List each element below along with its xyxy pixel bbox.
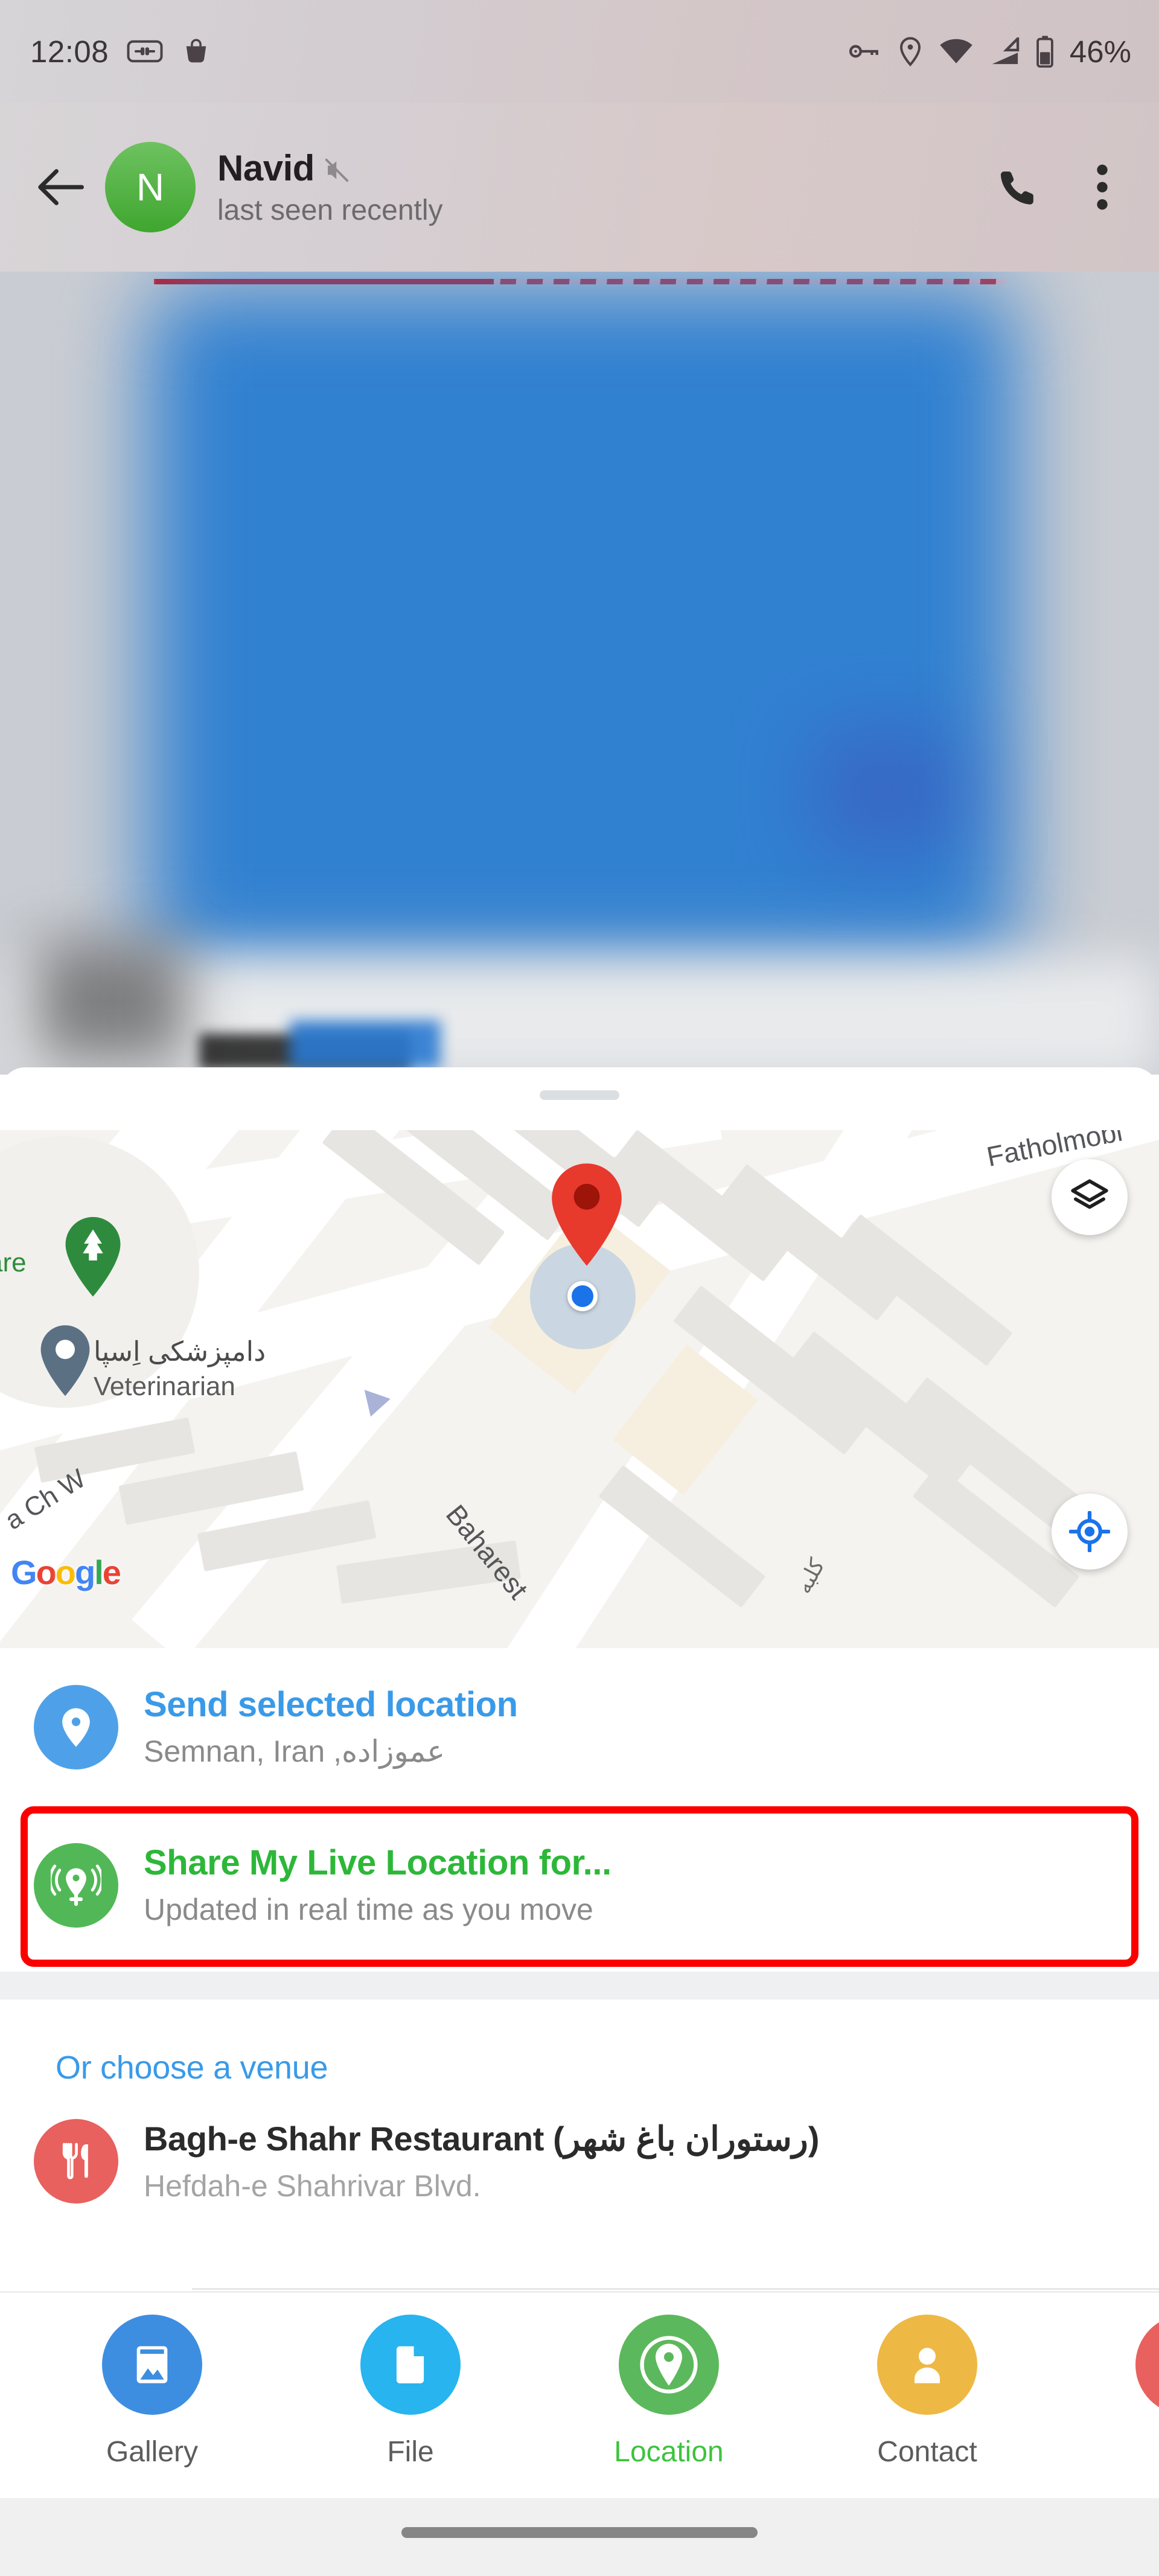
status-bar-right: 46% [849,34,1131,69]
attachment-item-gallery[interactable]: Gallery [23,2293,281,2469]
file-icon-badge [360,2315,461,2415]
google-letter-o1: o [36,1553,57,1591]
wifi-icon [940,39,972,63]
send-selected-location-title: Send selected location [144,1684,518,1724]
map-park-label: are [0,1248,27,1277]
attachment-item-contact[interactable]: Contact [798,2293,1056,2469]
blurred-bubble-accent [815,730,960,851]
attachment-bar: Gallery File Location Contact [0,2293,1159,2498]
status-clock: 12:08 [30,34,109,69]
location-action-list: Send selected location Semnan, Iran ,عمو… [0,1648,1159,1964]
contact-name: Navid [217,148,314,188]
location-icon [637,2333,700,2396]
system-navigation-bar [0,2498,1159,2576]
vpn-key-icon [849,45,878,58]
google-letter-e: e [102,1553,121,1591]
current-location-dot [567,1281,598,1311]
gallery-icon-badge [102,2315,202,2415]
back-button[interactable] [28,154,94,220]
overflow-menu-button[interactable] [1071,156,1134,219]
venue-name: Bagh-e Shahr Restaurant (رستوران باغ شهر… [144,2120,819,2158]
avatar-initial: N [136,165,165,209]
location-icon [899,37,921,66]
google-letter-g2: g [75,1553,95,1591]
avatar[interactable]: N [105,142,196,232]
status-bar-left: 12:08 [30,34,211,69]
keyboard-icon [127,40,163,63]
call-button[interactable] [986,156,1049,219]
chat-header: N Navid last seen recently [0,103,1159,272]
veterinarian-pin-icon[interactable] [36,1323,94,1398]
google-attribution-logo: Google [11,1553,121,1592]
location-pin-icon [62,1708,90,1747]
document-icon [396,2346,424,2383]
venue-section: Or choose a venue Bagh-e Shahr Restauran… [0,1999,1159,2204]
contact-name-row: Navid [217,147,986,189]
send-selected-location-row[interactable]: Send selected location Semnan, Iran ,عمو… [0,1648,1159,1806]
attachment-label-contact: Contact [877,2436,977,2468]
live-location-icon-badge [34,1843,118,1928]
image-icon [136,2346,168,2383]
contact-status: last seen recently [217,194,443,226]
share-live-location-title: Share My Live Location for... [144,1843,611,1882]
location-icon-badge [619,2315,719,2415]
section-separator [0,1972,1159,1999]
battery-icon [1036,36,1053,68]
map-layers-button[interactable] [1052,1159,1128,1235]
venue-list-item[interactable]: Bagh-e Shahr Restaurant (رستوران باغ شهر… [0,2086,1159,2204]
venue-text: Bagh-e Shahr Restaurant (رستوران باغ شهر… [144,2119,819,2204]
veterinarian-label-en: Veterinarian [94,1372,235,1401]
attachment-item-location[interactable]: Location [540,2293,798,2469]
blurred-message-bubble [148,287,1017,969]
blurred-chat-background [0,272,1159,1075]
park-pin-icon[interactable] [60,1215,126,1299]
send-selected-location-text: Send selected location Semnan, Iran ,عمو… [144,1684,518,1769]
phone-icon [1000,171,1033,205]
attachment-item-file[interactable]: File [281,2293,540,2469]
restaurant-icon-badge [34,2119,118,2204]
music-icon-badge [1135,2315,1159,2415]
veterinarian-label-fa: دامپزشکی اِسپا [94,1336,266,1367]
google-letter-g: G [11,1553,37,1591]
header-actions [986,156,1134,219]
venue-divider [192,2288,1159,2290]
header-title-block[interactable]: Navid last seen recently [217,147,986,227]
google-letter-o2: o [55,1553,76,1591]
stripe-solid-segment [156,279,494,284]
share-live-location-row[interactable]: Share My Live Location for... Updated in… [0,1806,1159,1964]
status-bar: 12:08 46% [0,0,1159,103]
google-letter-l: l [94,1553,104,1591]
share-live-location-subtitle: Updated in real time as you move [144,1893,593,1927]
map-pin-icon[interactable] [547,1162,627,1268]
attachment-label-gallery: Gallery [106,2436,199,2468]
map-preview[interactable]: are دامپزشکی اِسپا Veterinarian a Ch W B… [0,1130,1159,1648]
battery-percent-label: 46% [1069,34,1131,69]
mute-icon [325,158,349,182]
contact-icon-badge [877,2315,977,2415]
attachment-item-music[interactable]: Mu [1056,2293,1159,2469]
location-pin-icon-badge [34,1685,118,1769]
attachment-label-file: File [387,2436,434,2468]
cellular-signal-icon [992,37,1020,65]
venue-address: Hefdah-e Shahrivar Blvd. [144,2169,481,2203]
overflow-menu-icon [1097,164,1108,210]
blurred-message-tail-blue [290,1020,441,1069]
home-indicator[interactable] [401,2527,758,2538]
bag-icon [186,39,206,63]
send-selected-location-subtitle: Semnan, Iran ,عموزاده [144,1734,445,1769]
sheet-drag-handle[interactable] [540,1090,619,1100]
blurred-avatar-shape [36,942,187,1063]
person-icon [915,2348,940,2383]
map-my-location-button[interactable] [1052,1494,1128,1570]
back-arrow-icon [38,169,84,205]
my-location-icon [1069,1511,1110,1552]
venue-section-header: Or choose a venue [56,2050,328,2086]
attachment-label-location: Location [614,2436,724,2468]
share-live-location-text: Share My Live Location for... Updated in… [144,1843,611,1928]
live-location-icon [51,1864,101,1906]
restaurant-icon [62,2143,88,2179]
layers-icon [1071,1179,1108,1209]
